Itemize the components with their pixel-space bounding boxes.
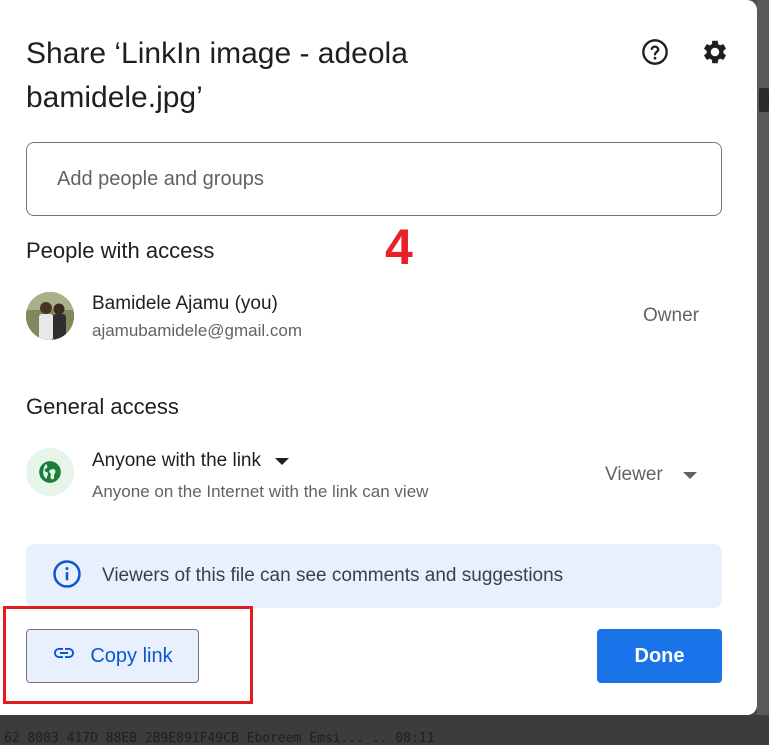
dialog-title: Share ‘LinkIn image - adeola bamidele.jp… [26, 37, 408, 114]
background-text: 62 8003 417D 88EB 2B9E891F49CB Eboreem E… [4, 731, 435, 745]
link-icon [52, 641, 76, 671]
general-access-description: Anyone on the Internet with the link can… [92, 482, 429, 501]
info-banner: Viewers of this file can see comments an… [26, 544, 722, 608]
done-button[interactable]: Done [597, 629, 722, 683]
general-access-title: General access [26, 394, 179, 419]
globe-icon [26, 448, 74, 496]
owner-role-label: Owner [643, 305, 699, 326]
role-dropdown[interactable]: Viewer [605, 462, 697, 488]
help-circle-icon[interactable] [641, 38, 669, 66]
info-banner-text: Viewers of this file can see comments an… [102, 565, 564, 586]
general-access-label: Anyone with the link [92, 450, 261, 471]
chevron-down-icon [275, 457, 289, 465]
add-people-input[interactable] [26, 142, 722, 216]
background-scroll-mark [759, 88, 769, 112]
info-icon [52, 559, 82, 594]
person-name: Bamidele Ajamu (you) [92, 293, 278, 314]
avatar [26, 292, 74, 340]
copy-link-label: Copy link [90, 644, 173, 667]
gear-icon[interactable] [701, 38, 729, 66]
share-dialog: Share ‘LinkIn image - adeola bamidele.jp… [0, 0, 757, 715]
chevron-down-icon [682, 471, 697, 479]
general-access-dropdown[interactable]: Anyone with the link [92, 448, 289, 474]
people-with-access-title: People with access [26, 238, 215, 263]
copy-link-button[interactable]: Copy link [26, 629, 199, 683]
role-label: Viewer [605, 464, 663, 485]
step-number-annotation: 4 [385, 219, 413, 275]
person-email: ajamubamidele@gmail.com [92, 321, 303, 340]
